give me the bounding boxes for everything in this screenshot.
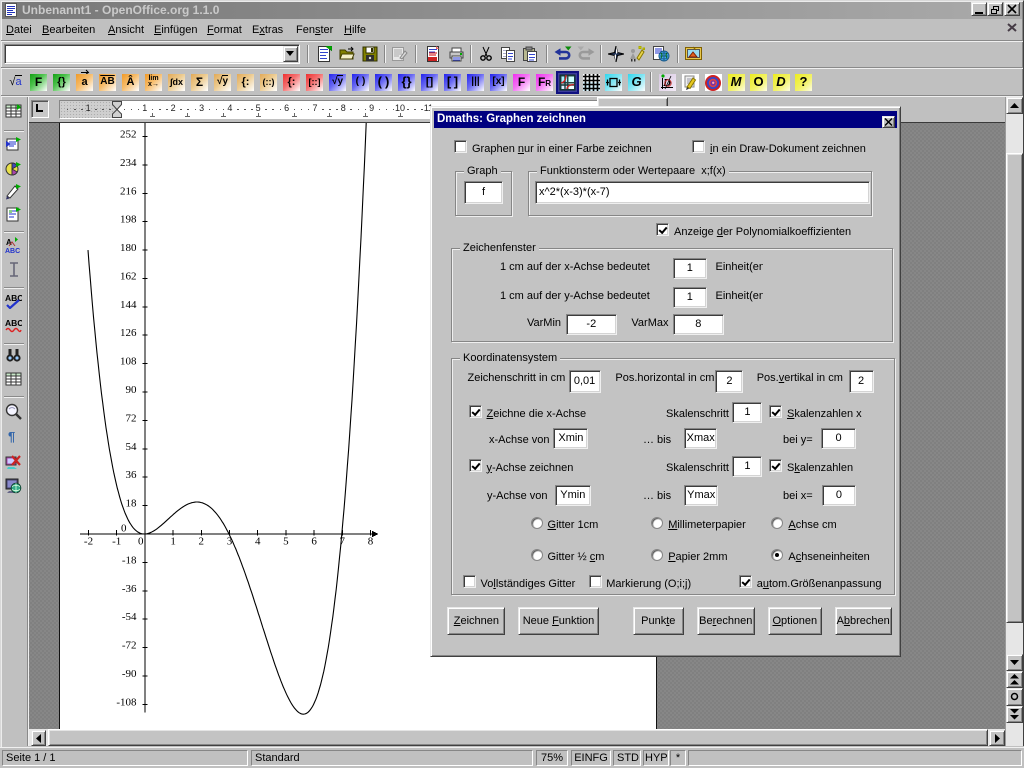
svg-text:216: 216 <box>120 185 137 197</box>
svg-text:2: 2 <box>199 536 205 548</box>
svg-text:36: 36 <box>126 469 138 481</box>
svg-text:252: 252 <box>120 129 137 141</box>
svg-text:-72: -72 <box>122 640 137 652</box>
svg-text:126: 126 <box>120 327 137 339</box>
svg-text:90: 90 <box>126 384 138 396</box>
svg-text:-90: -90 <box>122 668 137 680</box>
svg-text:-54: -54 <box>122 611 137 623</box>
svg-text:-108: -108 <box>116 696 137 708</box>
svg-text:-36: -36 <box>122 583 137 595</box>
svg-text:234: 234 <box>120 157 137 169</box>
svg-text:54: 54 <box>126 441 138 453</box>
svg-text:18: 18 <box>126 498 138 510</box>
svg-text:0: 0 <box>121 523 127 535</box>
svg-text:180: 180 <box>120 242 137 254</box>
svg-text:1: 1 <box>170 536 176 548</box>
svg-text:108: 108 <box>120 356 137 368</box>
svg-text:72: 72 <box>126 412 137 424</box>
svg-text:-18: -18 <box>122 554 137 566</box>
svg-text:4: 4 <box>255 536 261 548</box>
svg-text:3: 3 <box>227 536 233 548</box>
svg-text:198: 198 <box>120 214 137 226</box>
svg-text:5: 5 <box>283 536 289 548</box>
svg-text:8: 8 <box>368 536 374 548</box>
svg-text:0: 0 <box>138 536 144 548</box>
svg-text:144: 144 <box>120 299 137 311</box>
svg-text:-2: -2 <box>84 536 93 548</box>
svg-text:-1: -1 <box>112 536 121 548</box>
svg-text:6: 6 <box>311 536 317 548</box>
svg-text:162: 162 <box>120 271 137 283</box>
